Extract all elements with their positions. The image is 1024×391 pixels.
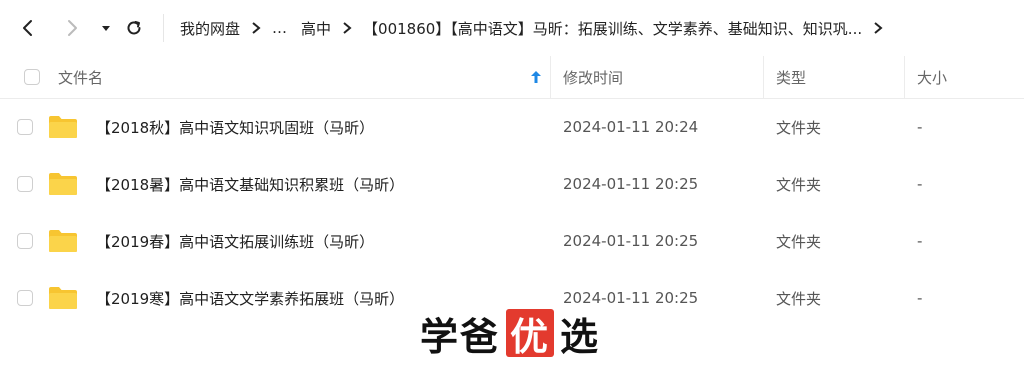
file-type: 文件夹 xyxy=(776,175,822,194)
chevron-right-icon[interactable] xyxy=(872,22,884,34)
history-dropdown-button[interactable] xyxy=(92,14,120,42)
column-divider[interactable] xyxy=(763,56,764,98)
row-checkbox[interactable] xyxy=(17,290,33,306)
back-button[interactable] xyxy=(14,14,42,42)
file-type: 文件夹 xyxy=(776,289,822,308)
toolbar: 我的网盘 … 高中 【001860】【高中语文】马昕：拓展训练、文学素养、基础知… xyxy=(0,0,1024,56)
chevron-left-icon xyxy=(23,20,32,36)
file-modified: 2024-01-11 20:25 xyxy=(563,232,699,250)
arrow-up-icon[interactable] xyxy=(530,70,542,84)
row-checkbox[interactable] xyxy=(17,119,33,135)
file-name[interactable]: 【2019春】高中语文拓展训练班（马昕） xyxy=(96,213,374,269)
file-size: - xyxy=(917,118,923,136)
folder-icon xyxy=(49,116,77,138)
file-size: - xyxy=(917,289,923,307)
folder-icon xyxy=(49,230,77,252)
forward-button[interactable] xyxy=(58,14,86,42)
chevron-right-icon xyxy=(68,20,77,36)
column-divider[interactable] xyxy=(904,56,905,98)
refresh-icon xyxy=(127,21,141,35)
file-size: - xyxy=(917,175,923,193)
folder-icon xyxy=(49,173,77,195)
select-all-checkbox[interactable] xyxy=(24,69,40,85)
row-checkbox[interactable] xyxy=(17,233,33,249)
file-size: - xyxy=(917,232,923,250)
column-header-modified[interactable]: 修改时间 xyxy=(563,56,623,98)
folder-icon xyxy=(49,287,77,309)
breadcrumb: 我的网盘 … 高中 【001860】【高中语文】马昕：拓展训练、文学素养、基础知… xyxy=(180,15,894,41)
toolbar-divider xyxy=(163,14,164,42)
watermark-text-part2: 选 xyxy=(560,314,601,359)
column-divider[interactable] xyxy=(550,56,551,98)
watermark-logo: 学爸 优 选 xyxy=(420,305,600,361)
file-type: 文件夹 xyxy=(776,118,822,137)
file-modified: 2024-01-11 20:25 xyxy=(563,175,699,193)
file-name[interactable]: 【2018暑】高中语文基础知识积累班（马昕） xyxy=(96,156,404,212)
breadcrumb-item-current[interactable]: 【001860】【高中语文】马昕：拓展训练、文学素养、基础知识、知识巩... xyxy=(363,18,862,39)
caret-down-icon xyxy=(102,26,110,31)
breadcrumb-item-ellipsis[interactable]: … xyxy=(272,19,287,37)
row-checkbox[interactable] xyxy=(17,176,33,192)
refresh-button[interactable] xyxy=(120,14,148,42)
column-header-size[interactable]: 大小 xyxy=(917,56,947,98)
breadcrumb-item-root[interactable]: 我的网盘 xyxy=(180,18,240,39)
file-type: 文件夹 xyxy=(776,232,822,251)
chevron-right-icon xyxy=(343,22,352,34)
column-header-type[interactable]: 类型 xyxy=(776,56,806,98)
watermark-highlight: 优 xyxy=(506,309,555,359)
table-row[interactable]: 【2018暑】高中语文基础知识积累班（马昕） 2024-01-11 20:25 … xyxy=(0,156,1024,212)
breadcrumb-item-highschool[interactable]: 高中 xyxy=(301,18,331,39)
chevron-right-icon xyxy=(252,22,261,34)
table-row[interactable]: 【2019春】高中语文拓展训练班（马昕） 2024-01-11 20:25 文件… xyxy=(0,213,1024,269)
file-name[interactable]: 【2019寒】高中语文文学素养拓展班（马昕） xyxy=(96,270,404,326)
file-name[interactable]: 【2018秋】高中语文知识巩固班（马昕） xyxy=(96,99,374,155)
table-row[interactable]: 【2018秋】高中语文知识巩固班（马昕） 2024-01-11 20:24 文件… xyxy=(0,99,1024,155)
file-list-header: 文件名 修改时间 类型 大小 xyxy=(0,56,1024,99)
watermark-text-part1: 学爸 xyxy=(420,314,501,359)
file-modified: 2024-01-11 20:24 xyxy=(563,118,699,136)
column-header-name[interactable]: 文件名 xyxy=(58,56,103,98)
